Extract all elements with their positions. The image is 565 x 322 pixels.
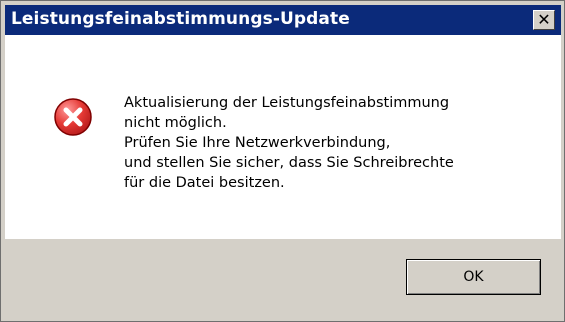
- close-button[interactable]: ✕: [533, 10, 555, 30]
- message-line: für die Datei besitzen.: [124, 175, 285, 191]
- error-message: Aktualisierung der Leistungsfeinabstimmu…: [124, 93, 544, 193]
- message-line: nicht möglich.: [124, 115, 227, 131]
- message-line: Prüfen Sie Ihre Netzwerkverbindung,: [124, 135, 391, 151]
- ok-button[interactable]: OK: [406, 259, 541, 295]
- error-icon: [54, 98, 92, 136]
- close-icon: ✕: [537, 10, 551, 29]
- message-line: Aktualisierung der Leistungsfeinabstimmu…: [124, 95, 450, 111]
- message-line: und stellen Sie sicher, dass Sie Schreib…: [124, 155, 454, 171]
- error-dialog: Leistungsfeinabstimmungs-Update ✕ Aktual…: [0, 0, 565, 322]
- message-area: Aktualisierung der Leistungsfeinabstimmu…: [5, 35, 561, 239]
- button-panel: OK: [5, 239, 561, 317]
- window-title: Leistungsfeinabstimmungs-Update: [11, 9, 350, 29]
- title-bar[interactable]: Leistungsfeinabstimmungs-Update ✕: [5, 5, 561, 35]
